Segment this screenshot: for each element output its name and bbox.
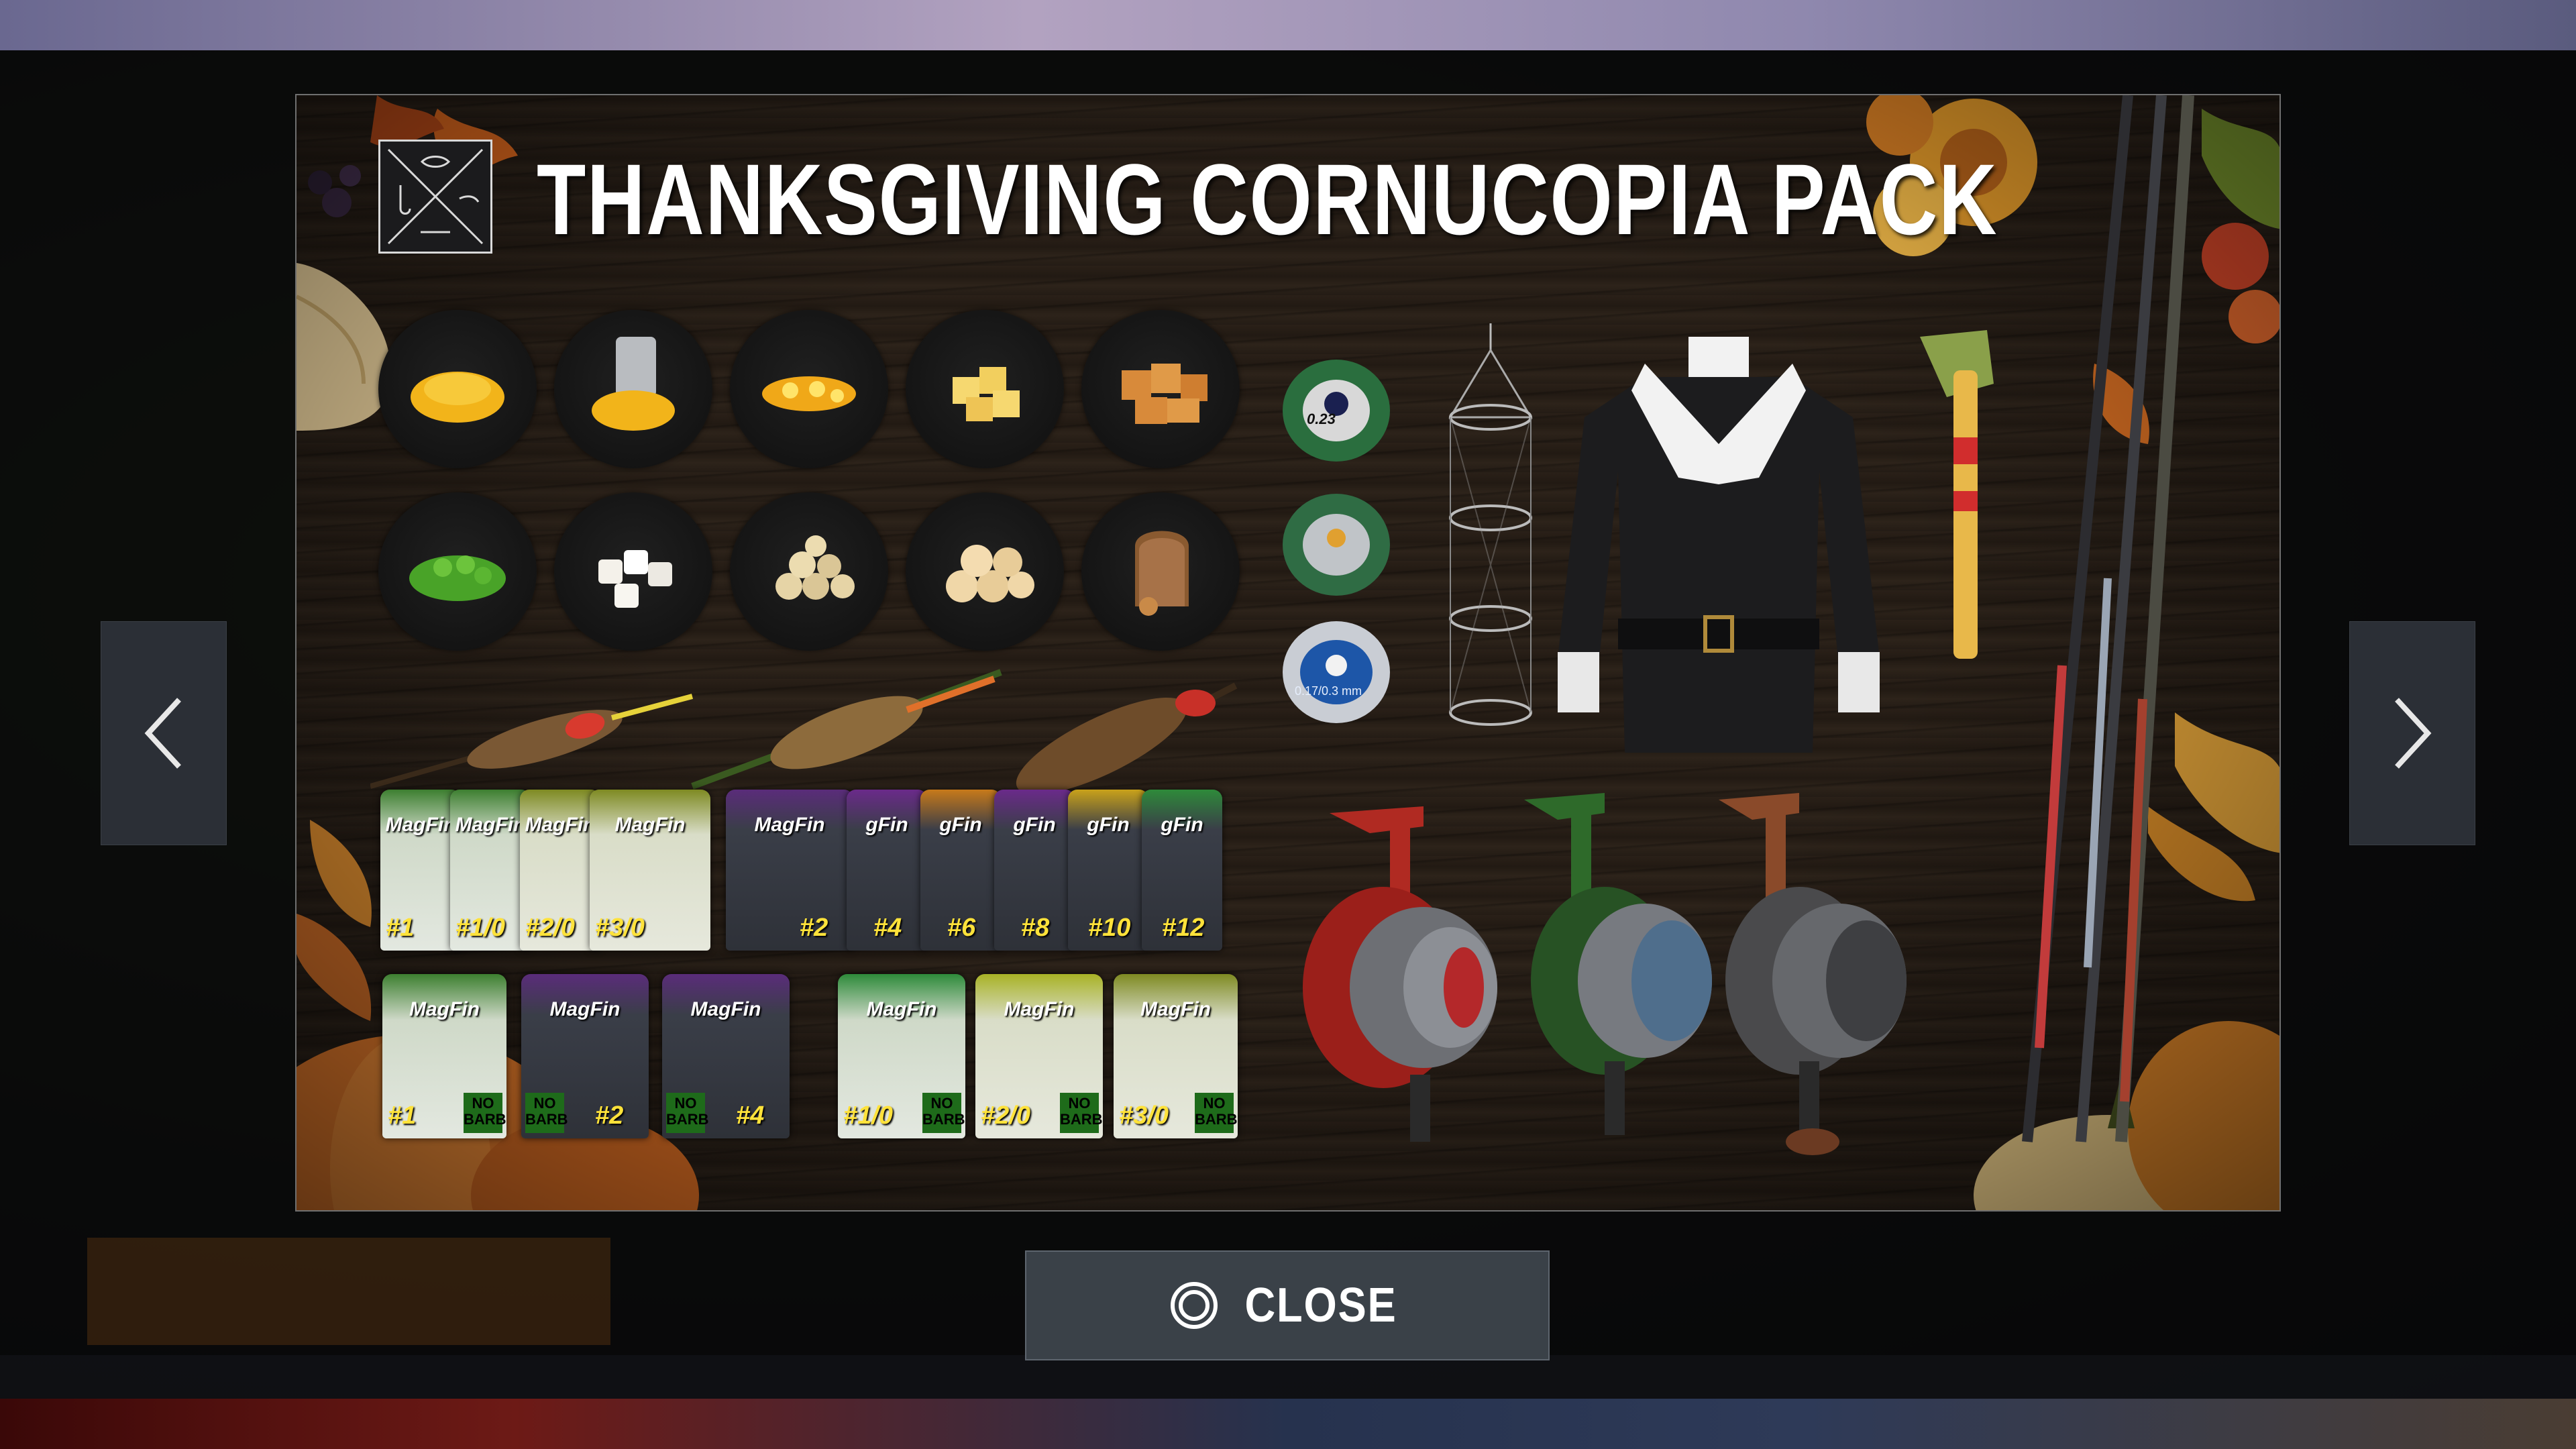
hook-pack-size: #1 xyxy=(388,1102,417,1130)
bait-boilies xyxy=(730,492,888,651)
no-barb-badge: NO BARB xyxy=(525,1093,568,1133)
bread-icon xyxy=(1135,531,1189,616)
hook-pack-brand: MagFin xyxy=(525,814,596,836)
hook-pack-nobarb: MagFin #1/0 NO BARB xyxy=(838,974,965,1138)
pilgrim-outfit-icon xyxy=(1558,337,1880,753)
no-barb-badge: NO BARB xyxy=(1060,1093,1103,1133)
hook-pack-size: #8 xyxy=(1021,914,1050,942)
game-logo xyxy=(378,140,492,254)
hook-pack-nobarb: MagFin #1 NO BARB xyxy=(382,974,506,1138)
hook-pack-brand: gFin xyxy=(865,814,908,836)
hook-pack-group-green: MagFin #1 MagFin #1/0 MagFin #2/0 MagFin… xyxy=(380,790,716,951)
hook-pack: MagFin #1/0 xyxy=(450,790,531,951)
hook-pack-size: #4 xyxy=(736,1102,765,1130)
next-pack-button[interactable] xyxy=(2349,621,2475,845)
hook-pack-size: #6 xyxy=(947,914,976,942)
hook-pack-size: #4 xyxy=(873,914,902,942)
glowing-corn-icon xyxy=(762,376,856,411)
chevron-left-icon xyxy=(144,698,181,769)
hook-pack: gFin #12 xyxy=(1142,790,1222,951)
hook-pack-brand: MagFin xyxy=(1140,998,1211,1020)
hook-pack-nobarb: MagFin #3/0 NO BARB xyxy=(1114,974,1238,1138)
hook-pack-brand: MagFin xyxy=(690,998,761,1020)
fishing-rods-icon xyxy=(2022,95,2194,1142)
hook-pack-brand: MagFin xyxy=(385,814,456,836)
bait-glowing-corn xyxy=(730,310,888,468)
hook-pack-nobarb: MagFin #2/0 NO BARB xyxy=(975,974,1103,1138)
background-bottom-strip xyxy=(0,1399,2576,1449)
no-barb-badge: NO BARB xyxy=(1195,1093,1238,1133)
hook-pack: gFin #10 xyxy=(1068,790,1148,951)
bait-marshmallow xyxy=(554,492,712,651)
bait-canned-corn xyxy=(554,310,712,468)
background-travel-button xyxy=(87,1238,610,1345)
bread-cubes-icon xyxy=(1122,364,1208,424)
chevron-right-icon xyxy=(2395,698,2432,769)
hook-pack-group-dark: MagFin #2 gFin #4 gFin #6 gFin #8 gFin #… xyxy=(726,790,1236,951)
hook-pack-size: #2/0 xyxy=(525,914,575,942)
cheese-cubes-icon xyxy=(953,367,1020,421)
circle-button-icon xyxy=(1170,1282,1218,1329)
hook-pack-size: #2/0 xyxy=(981,1102,1030,1130)
close-button[interactable]: CLOSE xyxy=(1025,1250,1550,1360)
line-spool-3-label: 0.17/0.3 mm xyxy=(1295,684,1362,698)
hook-pack-brand: gFin xyxy=(1161,814,1203,836)
hook-pack: MagFin #3/0 xyxy=(590,790,710,951)
pack-preview-panel: THANKSGIVING CORNUCOPIA PACK 0.23 0.17/0… xyxy=(295,94,2281,1212)
hook-pack-nobarb: MagFin #2 NO BARB xyxy=(521,974,649,1138)
hook-pack: gFin #6 xyxy=(920,790,1001,951)
hook-pack-brand: MagFin xyxy=(1004,998,1075,1020)
bait-large-boilies xyxy=(906,492,1064,651)
hook-pack-size: #12 xyxy=(1162,914,1205,942)
hook-pack-size: #10 xyxy=(1088,914,1131,942)
line-spool-1-label: 0.23 xyxy=(1307,411,1336,427)
no-barb-badge: NO BARB xyxy=(464,1093,506,1133)
hook-pack-brand: MagFin xyxy=(409,998,480,1020)
hook-pack-size: #1/0 xyxy=(843,1102,893,1130)
hook-pack-brand: MagFin xyxy=(614,814,686,836)
hook-pack-brand: MagFin xyxy=(754,814,825,836)
marshmallow-icon xyxy=(598,550,672,608)
canned-corn-icon xyxy=(592,337,675,431)
hook-pack-brand: MagFin xyxy=(866,998,937,1020)
no-barb-badge: NO BARB xyxy=(666,1093,709,1133)
peas-icon xyxy=(409,555,506,601)
hook-pack-brand: MagFin xyxy=(549,998,621,1020)
hook-pack: MagFin #2/0 xyxy=(520,790,600,951)
keepnet-icon xyxy=(1448,323,1533,726)
background-hint-bar xyxy=(0,1355,2576,1399)
no-barb-badge: NO BARB xyxy=(922,1093,965,1133)
boilies-large-icon xyxy=(946,545,1034,602)
hook-pack: MagFin #2 xyxy=(726,790,853,951)
background-sky xyxy=(0,0,2576,50)
hook-pack-brand: MagFin xyxy=(455,814,526,836)
corn-icon xyxy=(411,372,504,423)
hook-pack-brand: gFin xyxy=(1087,814,1130,836)
hook-pack: gFin #8 xyxy=(994,790,1075,951)
hook-pack-size: #1 xyxy=(386,914,415,942)
boilies-icon xyxy=(775,535,855,600)
bait-corn xyxy=(378,310,537,468)
close-button-label: CLOSE xyxy=(1244,1279,1397,1332)
fish-hook-logo-icon xyxy=(387,148,484,245)
previous-pack-button[interactable] xyxy=(101,621,227,845)
hook-pack-size: #3/0 xyxy=(1119,1102,1169,1130)
bait-cheese-cubes xyxy=(906,310,1064,468)
hook-pack-size: #1/0 xyxy=(455,914,505,942)
bait-bread xyxy=(1081,492,1240,651)
pack-title: THANKSGIVING CORNUCOPIA PACK xyxy=(537,143,1998,256)
hook-pack-nobarb: MagFin #4 NO BARB xyxy=(662,974,790,1138)
hook-pack: gFin #4 xyxy=(847,790,927,951)
hook-pack-size: #2 xyxy=(800,914,828,942)
hook-pack-size: #2 xyxy=(595,1102,624,1130)
hook-pack-brand: gFin xyxy=(939,814,982,836)
spinning-reels-icon xyxy=(1303,793,1907,1155)
hook-pack-size: #3/0 xyxy=(595,914,645,942)
hook-pack: MagFin #1 xyxy=(380,790,461,951)
bait-bread-cubes xyxy=(1081,310,1240,468)
hook-pack-brand: gFin xyxy=(1013,814,1056,836)
bait-peas xyxy=(378,492,537,651)
